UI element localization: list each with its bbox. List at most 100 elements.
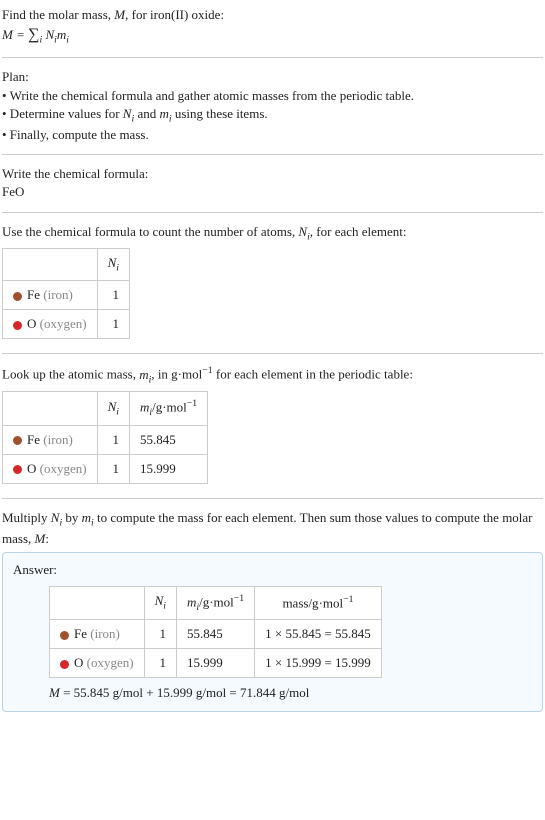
var-mi: mi — [82, 510, 94, 525]
table-header-row: Ni mi/g·mol−1 mass/g·mol−1 — [50, 586, 382, 620]
n-cell: 1 — [144, 649, 176, 678]
element-cell: Fe (iron) — [3, 281, 98, 310]
table-header-row: Ni — [3, 248, 130, 280]
lookup-table: Ni mi/g·mol−1 Fe (iron) 1 55.845 O (oxyg… — [2, 391, 208, 484]
final-result: M = 55.845 g/mol + 15.999 g/mol = 71.844… — [49, 684, 532, 702]
table-row: O (oxygen) 1 15.999 1 × 15.999 = 15.999 — [50, 649, 382, 678]
divider — [2, 57, 543, 58]
exp: −1 — [202, 365, 212, 376]
el-symbol: O — [27, 461, 36, 476]
n-cell: 1 — [97, 425, 129, 454]
n-cell: 1 — [97, 281, 129, 310]
lookup-text: Look up the atomic mass, mi, in g·mol−1 … — [2, 364, 543, 387]
table-row: Fe (iron) 1 — [3, 281, 130, 310]
m-cell: 55.845 — [176, 620, 254, 649]
el-symbol: Fe — [27, 287, 40, 302]
m-cell: 15.999 — [129, 454, 207, 483]
text: Find the molar mass, — [2, 7, 114, 22]
text: for each element in the periodic table: — [213, 367, 413, 382]
eq-i: i — [66, 35, 69, 46]
text: Use the chemical formula to count the nu… — [2, 224, 298, 239]
plan: Plan: • Write the chemical formula and g… — [2, 66, 543, 146]
m-cell: 55.845 — [129, 425, 207, 454]
var-mi: mi — [159, 106, 171, 121]
el-name: (iron) — [90, 626, 120, 641]
eq-m: m — [57, 27, 66, 42]
divider — [2, 154, 543, 155]
element-cell: Fe (iron) — [3, 425, 98, 454]
equation: M = ∑i Nimi — [2, 24, 543, 47]
text: Multiply — [2, 510, 51, 525]
count-table: Ni Fe (iron) 1 O (oxygen) 1 — [2, 248, 130, 340]
lookup-mass: Look up the atomic mass, mi, in g·mol−1 … — [2, 362, 543, 490]
el-name: (oxygen) — [40, 461, 87, 476]
plan-item: • Determine values for Ni and mi using t… — [2, 105, 543, 126]
count-text: Use the chemical formula to count the nu… — [2, 223, 543, 244]
eq-N: N — [45, 27, 54, 42]
element-cell: O (oxygen) — [50, 649, 145, 678]
var-Ni: Ni — [51, 510, 62, 525]
count-atoms: Use the chemical formula to count the nu… — [2, 221, 543, 346]
answer-content: Ni mi/g·mol−1 mass/g·mol−1 Fe (iron) 1 5… — [13, 586, 532, 703]
table-row: O (oxygen) 1 15.999 — [3, 454, 208, 483]
element-dot-icon — [13, 292, 22, 301]
answer-box: Answer: Ni mi/g·mol−1 mass/g·mol−1 Fe (i… — [2, 552, 543, 711]
text: : — [45, 531, 49, 546]
multiply-text: Multiply Ni by mi to compute the mass fo… — [2, 509, 543, 548]
m-cell: 15.999 — [176, 649, 254, 678]
var-mi: mi — [139, 367, 151, 382]
table-row: O (oxygen) 1 — [3, 310, 130, 339]
n-cell: 1 — [97, 310, 129, 339]
plan-item: • Finally, compute the mass. — [2, 126, 543, 144]
col-mi: mi/g·mol−1 — [129, 392, 207, 426]
chemical-formula: FeO — [2, 183, 543, 201]
write-heading: Write the chemical formula: — [2, 165, 543, 183]
blank-header — [3, 392, 98, 426]
col-mi: mi/g·mol−1 — [176, 586, 254, 620]
el-symbol: O — [27, 316, 36, 331]
el-symbol: O — [74, 655, 83, 670]
col-mass: mass/g·mol−1 — [255, 586, 382, 620]
element-cell: O (oxygen) — [3, 454, 98, 483]
mass-cell: 1 × 55.845 = 55.845 — [255, 620, 382, 649]
mass-cell: 1 × 15.999 = 15.999 — [255, 649, 382, 678]
var-M: M — [114, 7, 125, 22]
var-Ni: Ni — [298, 224, 309, 239]
el-symbol: Fe — [27, 432, 40, 447]
text: and — [134, 106, 159, 121]
text: , in g·mol — [151, 367, 202, 382]
intro: Find the molar mass, M, for iron(II) oxi… — [2, 4, 543, 49]
n-cell: 1 — [144, 620, 176, 649]
el-symbol: Fe — [74, 626, 87, 641]
el-name: (oxygen) — [40, 316, 87, 331]
divider — [2, 212, 543, 213]
el-name: (iron) — [43, 432, 73, 447]
table-header-row: Ni mi/g·mol−1 — [3, 392, 208, 426]
text: , for iron(II) oxide: — [125, 7, 224, 22]
text: • Determine values for — [2, 106, 123, 121]
element-dot-icon — [13, 321, 22, 330]
text: by — [62, 510, 82, 525]
text: , for each element: — [310, 224, 407, 239]
sigma-icon: ∑ — [28, 26, 39, 43]
element-cell: O (oxygen) — [3, 310, 98, 339]
blank-header — [3, 248, 98, 280]
col-Ni: Ni — [144, 586, 176, 620]
multiply-section: Multiply Ni by mi to compute the mass fo… — [2, 507, 543, 714]
intro-line: Find the molar mass, M, for iron(II) oxi… — [2, 6, 543, 24]
el-name: (iron) — [43, 287, 73, 302]
var-Ni: Ni — [123, 106, 134, 121]
table-row: Fe (iron) 1 55.845 1 × 55.845 = 55.845 — [50, 620, 382, 649]
element-dot-icon — [60, 631, 69, 640]
element-dot-icon — [13, 436, 22, 445]
plan-heading: Plan: — [2, 68, 543, 86]
answer-table: Ni mi/g·mol−1 mass/g·mol−1 Fe (iron) 1 5… — [49, 586, 382, 679]
sigma-sub: i — [40, 35, 43, 46]
var-M: M — [35, 531, 46, 546]
n-cell: 1 — [97, 454, 129, 483]
divider — [2, 353, 543, 354]
blank-header — [50, 586, 145, 620]
final-text: = 55.845 g/mol + 15.999 g/mol = 71.844 g… — [60, 685, 310, 700]
el-name: (oxygen) — [87, 655, 134, 670]
text: Look up the atomic mass, — [2, 367, 139, 382]
